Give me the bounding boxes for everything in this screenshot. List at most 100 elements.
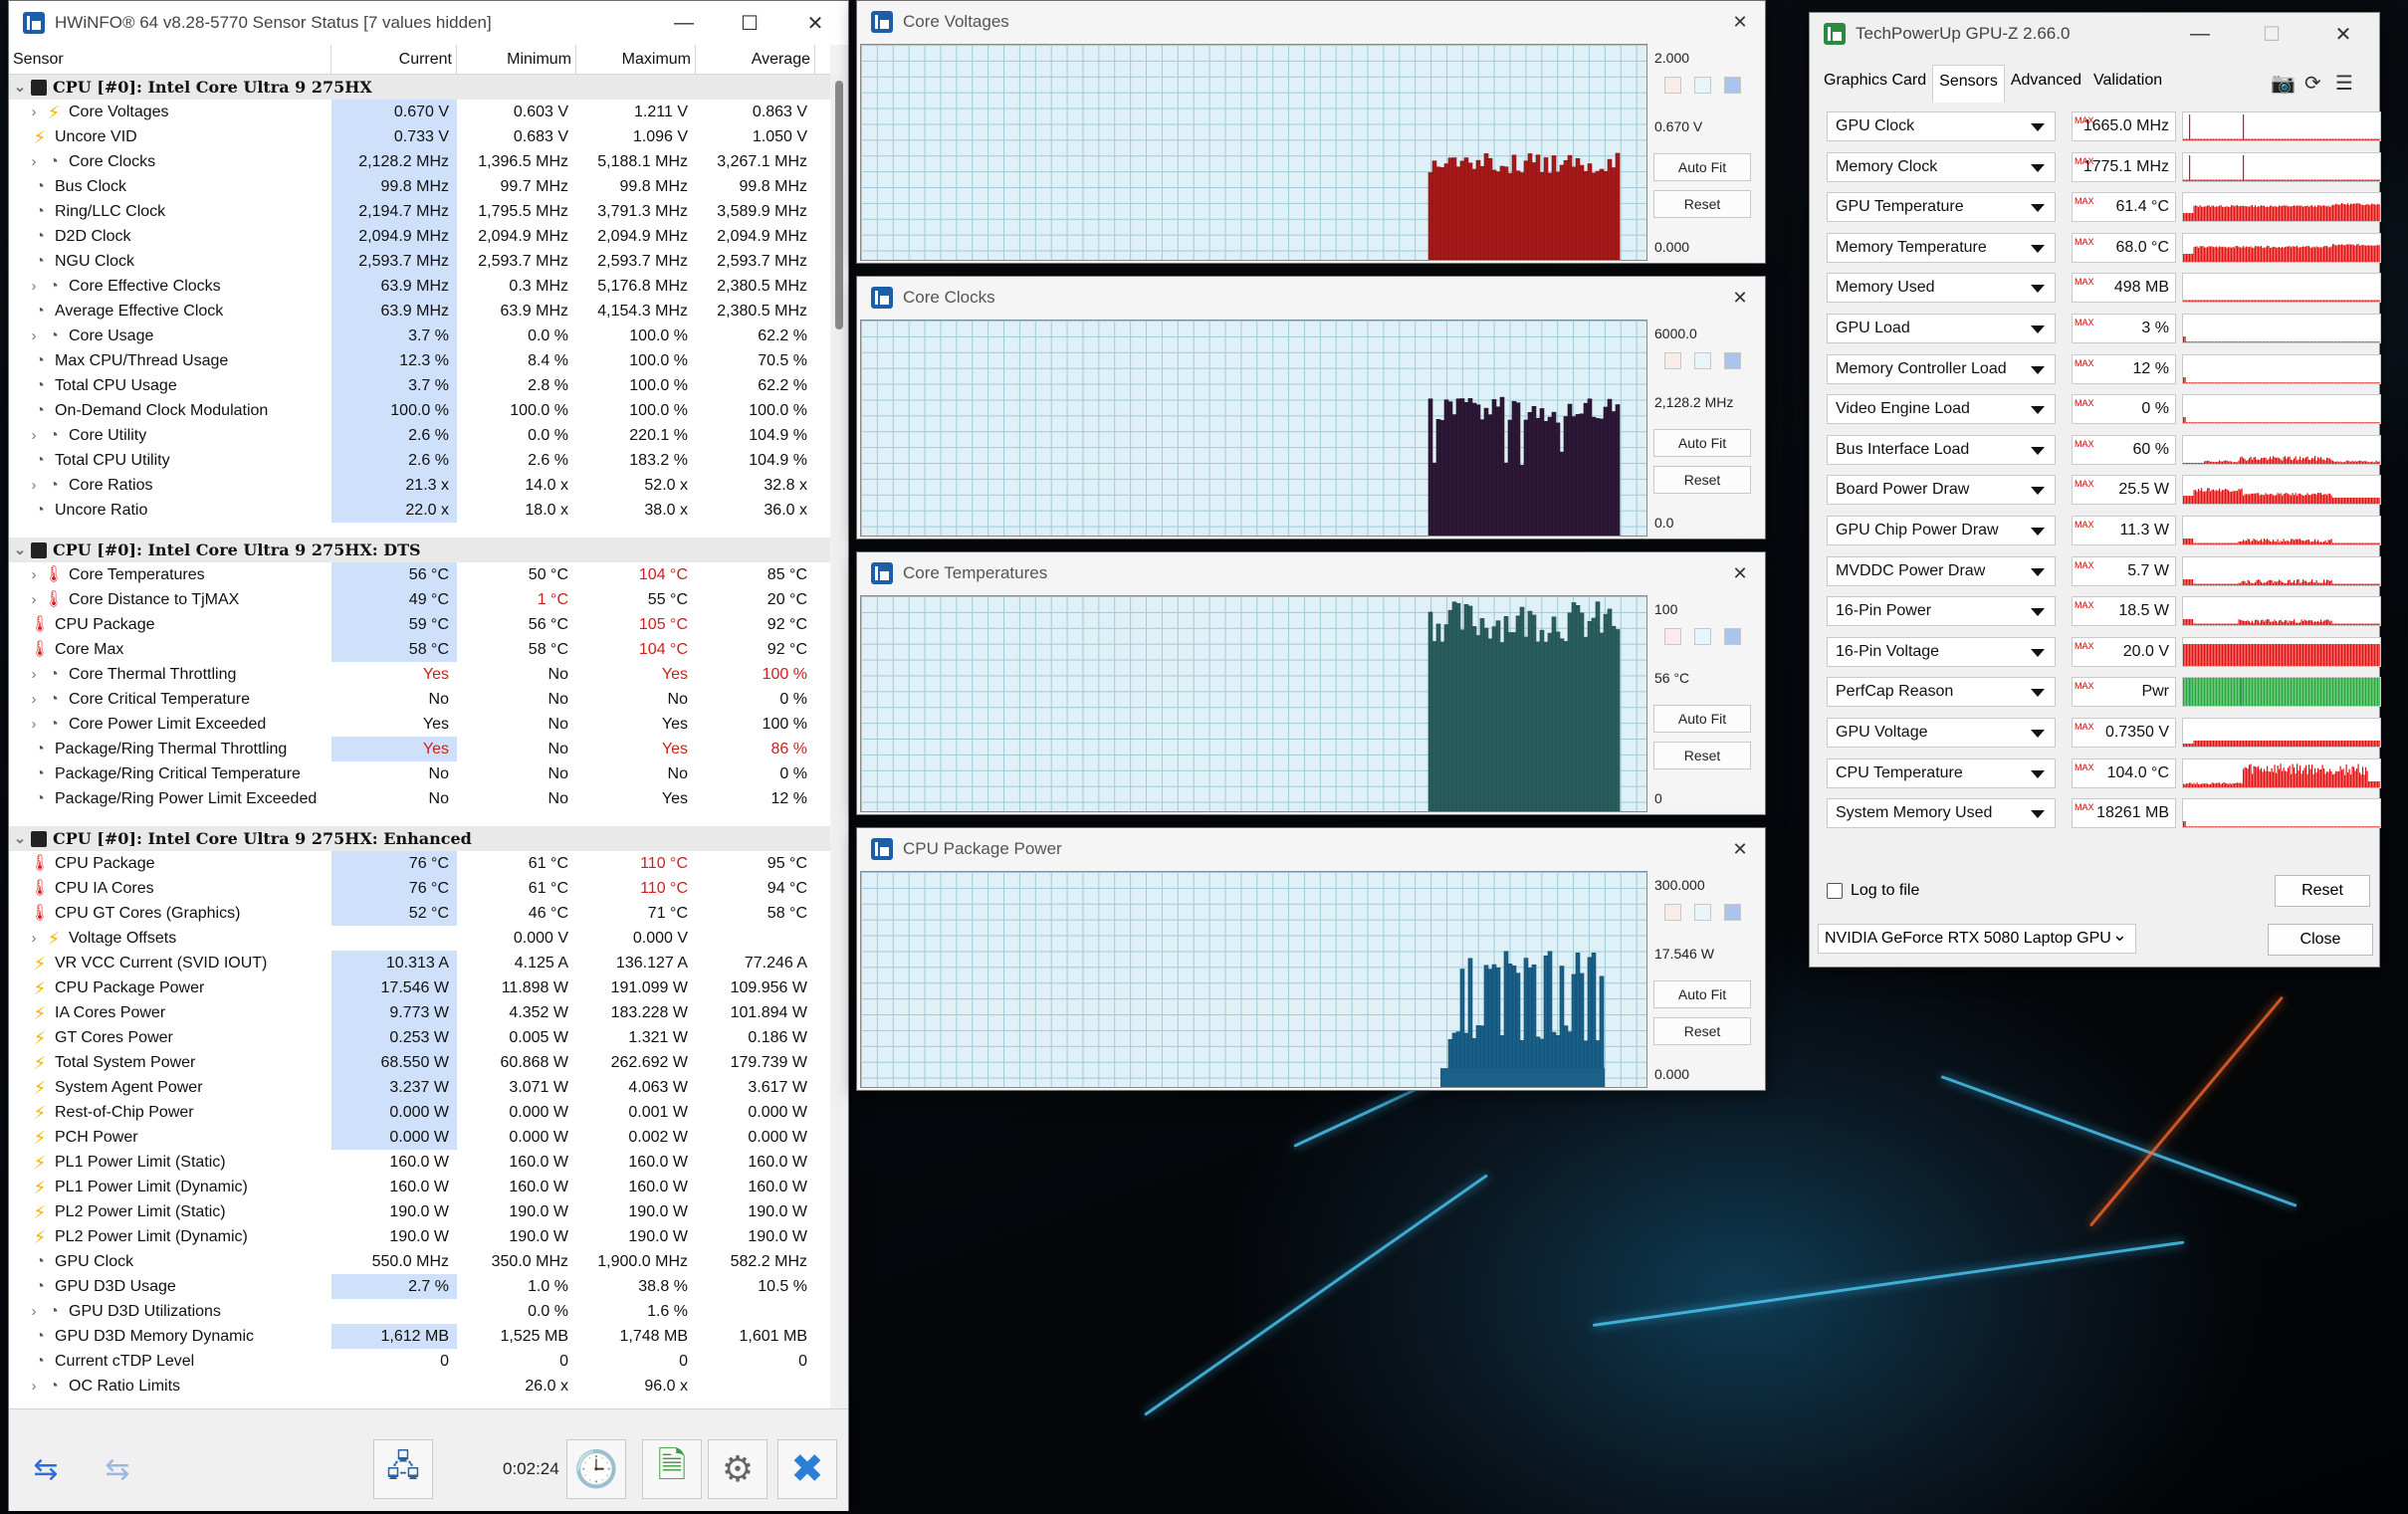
expand-chevron-icon[interactable]: › [23, 712, 45, 737]
sensor-row[interactable]: ◔ Bus Clock 99.8 MHz 99.7 MHz 99.8 MHz 99.8 M… [9, 174, 830, 199]
sensor-label-dropdown[interactable]: Memory Used [1827, 273, 2056, 304]
color-swatch-blue[interactable] [1724, 352, 1741, 369]
sensor-row[interactable]: › ◔ Core Ratios 21.3 x 14.0 x 52.0 x 32.8 x [9, 473, 830, 498]
column-header-sensor[interactable]: Sensor [9, 45, 331, 74]
tab-validation[interactable]: Validation [2087, 65, 2168, 103]
collapse-chevron-icon[interactable]: ⌄ [9, 75, 31, 100]
graph-reset-button[interactable]: Reset [1653, 466, 1751, 494]
log-to-file-checkbox[interactable] [1827, 883, 1843, 899]
sensor-row[interactable]: ◔ Package/Ring Critical Temperature No No No… [9, 761, 830, 786]
sensor-row[interactable]: › ⚡ Voltage Offsets 0.000 V 0.000 V [9, 926, 830, 951]
expand-chevron-icon[interactable]: › [23, 687, 45, 712]
sensor-row[interactable]: ⚡ PL1 Power Limit (Static) 160.0 W 160.0 W1… [9, 1150, 830, 1175]
sensor-row[interactable]: ⚡ VR VCC Current (SVID IOUT) 10.313 A 4.125… [9, 951, 830, 975]
navigate-collapse-button[interactable]: ⇆ [85, 1439, 150, 1499]
graph-reset-button[interactable]: Reset [1653, 742, 1751, 769]
auto-fit-button[interactable]: Auto Fit [1653, 429, 1751, 457]
sensor-group-header[interactable]: ⌄ CPU [#0]: Intel Core Ultra 9 275HX: DTS [9, 538, 830, 562]
sensor-row[interactable]: 🌡 CPU IA Cores 76 °C 61 °C 110 °C 94 °C [9, 876, 830, 901]
sensor-row[interactable]: ◔ GPU D3D Memory Dynamic 1,612 MB 1,525 MB 1… [9, 1324, 830, 1349]
sensor-row[interactable]: ⚡ CPU Package Power 17.546 W 11.898 W 191.09… [9, 975, 830, 1000]
collapse-chevron-icon[interactable]: ⌄ [9, 826, 31, 851]
sensor-row[interactable]: ◔ NGU Clock 2,593.7 MHz 2,593.7 MHz 2,593.7 … [9, 249, 830, 274]
sensor-row[interactable]: › ◔ GPU D3D Utilizations 0.0 % 1.6 % [9, 1299, 830, 1324]
gpu-select-dropdown[interactable]: NVIDIA GeForce RTX 5080 Laptop GPU [1818, 921, 2136, 954]
close-x-icon[interactable]: ✖ [777, 1439, 837, 1499]
gpuz-close-action-button[interactable]: Close [2268, 924, 2373, 956]
color-swatch-red[interactable] [1664, 904, 1681, 921]
column-header-minimum[interactable]: Minimum [457, 45, 576, 74]
camera-icon[interactable]: 📷 [2271, 71, 2296, 96]
sensor-row[interactable]: ⚡ GT Cores Power 0.253 W 0.005 W 1.321 W 0.18… [9, 1025, 830, 1050]
expand-chevron-icon[interactable]: › [23, 587, 45, 612]
collapse-chevron-icon[interactable]: ⌄ [9, 538, 31, 562]
sensor-row[interactable]: ⚡ PL1 Power Limit (Dynamic) 160.0 W 160.0 W… [9, 1175, 830, 1199]
sensor-label-dropdown[interactable]: GPU Load [1827, 314, 2056, 343]
settings-gear-icon[interactable]: ⚙ [708, 1439, 767, 1499]
sensor-label-dropdown[interactable]: GPU Voltage [1827, 718, 2056, 748]
sensor-row[interactable]: ⚡ PCH Power 0.000 W 0.000 W 0.002 W 0.000 W [9, 1125, 830, 1150]
vertical-scrollbar[interactable] [831, 75, 848, 1408]
color-swatch-red[interactable] [1664, 352, 1681, 369]
sensor-row[interactable]: ◔ Package/Ring Power Limit Exceeded No No Ye… [9, 786, 830, 811]
sensor-row[interactable]: 🌡 Core Max 58 °C 58 °C 104 °C 92 °C [9, 637, 830, 662]
expand-chevron-icon[interactable]: › [23, 562, 45, 587]
graph-close-button[interactable]: ✕ [1715, 828, 1765, 870]
tab-graphics-card[interactable]: Graphics Card [1818, 65, 1932, 103]
sensor-row[interactable]: ◔ Uncore Ratio 22.0 x 18.0 x 38.0 x 36.0 x [9, 498, 830, 523]
sensor-label-dropdown[interactable]: System Memory Used [1827, 798, 2056, 829]
graph-close-button[interactable]: ✕ [1715, 277, 1765, 319]
sensor-label-dropdown[interactable]: CPU Temperature [1827, 757, 2056, 788]
sensor-label-dropdown[interactable]: Bus Interface Load [1827, 434, 2056, 465]
sensor-row[interactable]: ⚡ Total System Power 68.550 W 60.868 W 262.6… [9, 1050, 830, 1075]
sensor-label-dropdown[interactable]: 16-Pin Voltage [1827, 636, 2056, 667]
minimize-button[interactable]: — [651, 1, 717, 45]
sensor-row[interactable]: ⚡ Rest-of-Chip Power 0.000 W 0.000 W 0.001 W… [9, 1100, 830, 1125]
sensor-label-dropdown[interactable]: 16-Pin Power [1827, 596, 2056, 627]
sensor-row[interactable]: › ◔ Core Effective Clocks 63.9 MHz 0.3 MHz 5,… [9, 274, 830, 299]
column-header-average[interactable]: Average [696, 45, 815, 74]
sensor-row[interactable]: ⚡ IA Cores Power 9.773 W 4.352 W 183.228 W 10… [9, 1000, 830, 1025]
log-to-file[interactable]: Log to file [1827, 882, 1919, 900]
sensor-row[interactable]: › ◔ Core Power Limit Exceeded Yes No Yes 100 % [9, 712, 830, 737]
sensor-row[interactable]: › ⚡ Core Voltages 0.670 V 0.603 V 1.211 V 0.86… [9, 100, 830, 124]
sensor-row[interactable]: ◔ Total CPU Utility 2.6 % 2.6 % 183.2 % 104.9… [9, 448, 830, 473]
graph-close-button[interactable]: ✕ [1715, 552, 1765, 594]
gpuz-close-button[interactable]: ✕ [2307, 13, 2379, 55]
sensor-row[interactable]: ◔ D2D Clock 2,094.9 MHz 2,094.9 MHz 2,094.9 … [9, 224, 830, 249]
sensor-label-dropdown[interactable]: MVDDC Power Draw [1827, 555, 2056, 586]
sensor-row[interactable]: ◔ GPU Clock 550.0 MHz 350.0 MHz 1,900.0 MHz 5… [9, 1249, 830, 1274]
expand-chevron-icon[interactable]: › [23, 473, 45, 498]
color-swatch-cyan[interactable] [1694, 352, 1711, 369]
sensor-row[interactable]: ◔ Package/Ring Thermal Throttling Yes No Yes… [9, 737, 830, 761]
column-header-current[interactable]: Current [331, 45, 457, 74]
sensor-row[interactable]: › 🌡 Core Distance to TjMAX 49 °C 1 °C 55 °C 20… [9, 587, 830, 612]
expand-chevron-icon[interactable]: › [23, 926, 45, 951]
column-header-maximum[interactable]: Maximum [576, 45, 696, 74]
color-swatch-cyan[interactable] [1694, 904, 1711, 921]
sensor-row[interactable]: › ◔ Core Usage 3.7 % 0.0 % 100.0 % 62.2 % [9, 324, 830, 348]
sensor-row[interactable]: › 🌡 Core Temperatures 56 °C 50 °C 104 °C 85 °C [9, 562, 830, 587]
maximize-button[interactable]: ☐ [717, 1, 782, 45]
sensor-label-dropdown[interactable]: Memory Controller Load [1827, 353, 2056, 384]
expand-chevron-icon[interactable]: › [23, 662, 45, 687]
sensor-row[interactable]: ◔ Ring/LLC Clock 2,194.7 MHz 1,795.5 MHz 3,7… [9, 199, 830, 224]
sensor-row[interactable]: ◔ Max CPU/Thread Usage 12.3 % 8.4 % 100.0 % 7… [9, 348, 830, 373]
color-swatch-blue[interactable] [1724, 77, 1741, 94]
sensor-label-dropdown[interactable]: GPU Clock [1827, 111, 2056, 141]
graph-close-button[interactable]: ✕ [1715, 1, 1765, 43]
graph-reset-button[interactable]: Reset [1653, 1017, 1751, 1045]
scrollbar-thumb[interactable] [835, 81, 843, 329]
sensor-row[interactable]: › ◔ OC Ratio Limits 26.0 x 96.0 x [9, 1374, 830, 1399]
expand-chevron-icon[interactable]: › [23, 324, 45, 348]
sensor-label-dropdown[interactable]: GPU Chip Power Draw [1827, 516, 2056, 545]
sensor-row[interactable]: 🌡 CPU Package 59 °C 56 °C 105 °C 92 °C [9, 612, 830, 637]
sensor-row[interactable]: ⚡ Uncore VID 0.733 V 0.683 V 1.096 V 1.050 V [9, 124, 830, 149]
logging-add-icon[interactable]: 🗎 [642, 1439, 702, 1499]
navigate-left-right-button[interactable]: ⇆ [13, 1439, 79, 1499]
refresh-icon[interactable]: ⟳ [2304, 71, 2321, 96]
auto-fit-button[interactable]: Auto Fit [1653, 153, 1751, 181]
sensor-row[interactable]: ◔ Current cTDP Level 0 0 0 0 [9, 1349, 830, 1374]
expand-chevron-icon[interactable]: › [23, 423, 45, 448]
expand-chevron-icon[interactable]: › [23, 100, 45, 124]
